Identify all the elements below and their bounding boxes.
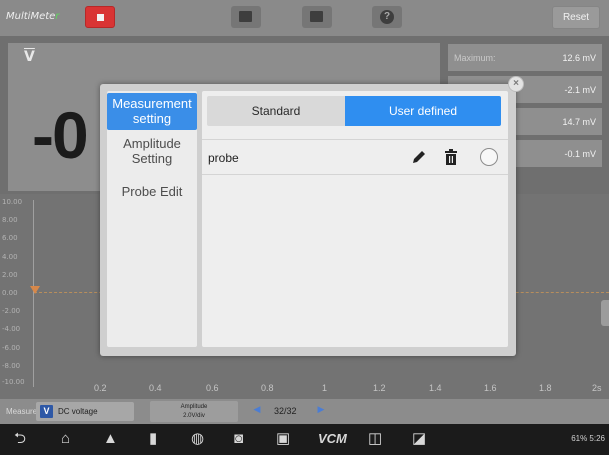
x-tick: 0.6 — [206, 383, 219, 393]
sidebar-item-amplitude-setting[interactable]: Amplitude Setting — [107, 136, 197, 166]
house-icon[interactable]: ▲ — [103, 430, 118, 448]
stop-record-button[interactable] — [85, 6, 115, 28]
status-indicator: 61% 5:26 — [571, 434, 605, 443]
vcm-icon[interactable]: VCM — [318, 431, 347, 446]
x-tick: 1 — [322, 383, 328, 393]
recent-apps-icon[interactable]: ▮ — [149, 430, 157, 448]
x-tick: 0.2 — [94, 383, 107, 393]
help-icon: ? — [380, 10, 394, 24]
app-title-text: MultiMete — [6, 11, 56, 22]
y-tick: 4.00 — [2, 253, 18, 261]
y-tick: -6.00 — [2, 344, 21, 352]
stat-value: -0.1 mV — [564, 149, 596, 159]
bottom-bar: Measure V DC voltage Amplitude 2.0V/div … — [0, 399, 609, 424]
folder-icon — [310, 11, 323, 22]
x-tick: 0.8 — [261, 383, 274, 393]
top-toolbar: MultiMeter ? Reset — [0, 0, 609, 36]
y-tick: 0.00 — [2, 289, 18, 297]
close-icon[interactable]: × — [508, 76, 524, 92]
dialog-sidebar: Measurement setting Amplitude Setting Pr… — [107, 91, 197, 347]
print-button[interactable] — [231, 6, 261, 28]
printer-icon — [239, 11, 252, 22]
delete-trash-icon[interactable] — [444, 149, 458, 165]
reading-value: -0 — [32, 98, 89, 172]
system-nav-bar: ⮌ ⌂ ▲ ▮ ◍ ◙ ▣ VCM ◫ ◪ 61% 5:26 — [0, 424, 609, 455]
car-icon[interactable]: ◫ — [368, 430, 382, 448]
tab-user-defined[interactable]: User defined — [345, 96, 501, 126]
y-tick: -2.00 — [2, 307, 21, 315]
dialog-content: Standard User defined probe — [202, 91, 508, 347]
reset-button[interactable]: Reset — [552, 6, 600, 29]
voltage-symbol: V — [24, 49, 35, 65]
y-tick: 10.00 — [2, 198, 23, 206]
help-button[interactable]: ? — [372, 6, 402, 28]
y-tick: -10.00 — [2, 378, 25, 386]
browser-icon[interactable]: ◍ — [191, 430, 204, 448]
sidebar-item-measurement-setting[interactable]: Measurement setting — [107, 93, 197, 130]
stat-value: 14.7 mV — [562, 117, 596, 127]
app-title-accent: r — [55, 11, 60, 22]
probe-list-item[interactable]: probe — [202, 139, 508, 175]
x-tick: 1.6 — [484, 383, 497, 393]
x-tick: 2s — [592, 383, 602, 393]
amplitude-label: Amplitude — [180, 404, 208, 410]
y-tick: 2.00 — [2, 271, 18, 279]
y-tick: 6.00 — [2, 234, 18, 242]
stat-label: Maximum: — [454, 53, 496, 63]
x-tick: 1.4 — [429, 383, 442, 393]
tab-standard[interactable]: Standard — [207, 96, 345, 126]
amplitude-button[interactable]: Amplitude 2.0V/div — [150, 401, 238, 422]
probe-name: probe — [208, 151, 239, 165]
y-tick: -4.00 — [2, 325, 21, 333]
measure-label: Measure — [6, 407, 38, 416]
camera-icon[interactable]: ◙ — [234, 430, 243, 448]
amplitude-value: 2.0V/div — [183, 413, 205, 419]
side-panel-tab[interactable] — [601, 300, 609, 326]
car-person-icon[interactable]: ◪ — [412, 430, 426, 448]
x-tick: 1.8 — [539, 383, 552, 393]
dc-voltage-icon: V — [40, 405, 53, 418]
y-tick: -8.00 — [2, 362, 21, 370]
back-icon[interactable]: ⮌ — [14, 430, 26, 448]
x-tick: 0.4 — [149, 383, 162, 393]
stat-value: -2.1 mV — [564, 85, 596, 95]
stat-value: 12.6 mV — [562, 53, 596, 63]
measure-mode-button[interactable]: V DC voltage — [36, 402, 134, 421]
zero-marker-handle[interactable] — [30, 286, 40, 294]
x-tick: 1.2 — [373, 383, 386, 393]
first-page-icon[interactable]: ◀ — [250, 404, 264, 418]
app-title: MultiMeter — [6, 11, 59, 22]
probe-select-radio[interactable] — [480, 148, 498, 166]
folder-button[interactable] — [302, 6, 332, 28]
screen-capture-icon[interactable]: ▣ — [276, 430, 290, 448]
measure-mode-label: DC voltage — [58, 407, 98, 416]
edit-pencil-icon[interactable] — [411, 149, 427, 165]
home-icon[interactable]: ⌂ — [61, 430, 70, 448]
last-page-icon[interactable]: ▶ — [314, 404, 328, 418]
page-indicator: 32/32 — [274, 406, 297, 416]
y-tick: 8.00 — [2, 216, 18, 224]
sidebar-item-probe-edit[interactable]: Probe Edit — [107, 184, 197, 199]
stat-maximum: Maximum: 12.6 mV — [448, 44, 602, 71]
